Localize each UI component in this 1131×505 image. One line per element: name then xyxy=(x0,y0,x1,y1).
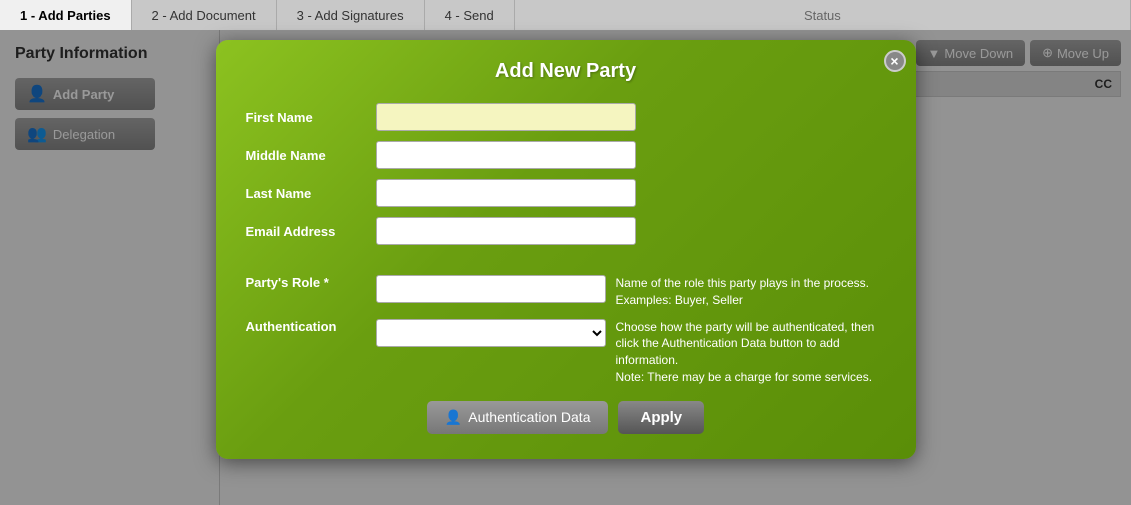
tab-add-signatures[interactable]: 3 - Add Signatures xyxy=(277,0,425,30)
auth-hint: Choose how the party will be authenticat… xyxy=(616,319,886,386)
last-name-row: Last Name xyxy=(246,179,886,207)
first-name-input[interactable] xyxy=(376,103,636,131)
email-row: Email Address xyxy=(246,217,886,245)
tab-status[interactable]: Status xyxy=(515,0,1131,30)
add-new-party-modal: Add New Party × First Name Middle Name L… xyxy=(216,40,916,459)
modal-overlay: Add New Party × First Name Middle Name L… xyxy=(0,30,1131,505)
auth-label: Authentication xyxy=(246,319,376,334)
authentication-data-button[interactable]: 👤 Authentication Data xyxy=(427,401,609,434)
auth-select[interactable]: None Email SMS ID Check xyxy=(376,319,606,347)
tab-bar: 1 - Add Parties 2 - Add Document 3 - Add… xyxy=(0,0,1131,30)
auth-row: Authentication None Email SMS ID Check C… xyxy=(246,319,886,386)
modal-footer: 👤 Authentication Data Apply xyxy=(246,401,886,434)
main-content: Party Information 👤 Add Party 👥 Delegati… xyxy=(0,30,1131,505)
role-row: Party's Role * Name of the role this par… xyxy=(246,275,886,309)
tab-send[interactable]: 4 - Send xyxy=(425,0,515,30)
role-input[interactable] xyxy=(376,275,606,303)
email-label: Email Address xyxy=(246,224,376,239)
tab-add-document[interactable]: 2 - Add Document xyxy=(132,0,277,30)
middle-name-label: Middle Name xyxy=(246,148,376,163)
email-input[interactable] xyxy=(376,217,636,245)
apply-button[interactable]: Apply xyxy=(618,401,704,434)
last-name-input[interactable] xyxy=(376,179,636,207)
tab-add-parties[interactable]: 1 - Add Parties xyxy=(0,0,132,30)
first-name-row: First Name xyxy=(246,103,886,131)
role-label: Party's Role * xyxy=(246,275,376,290)
modal-close-button[interactable]: × xyxy=(884,50,906,72)
role-hint: Name of the role this party plays in the… xyxy=(616,275,886,309)
middle-name-row: Middle Name xyxy=(246,141,886,169)
first-name-label: First Name xyxy=(246,110,376,125)
modal-title: Add New Party xyxy=(246,60,886,83)
auth-person-icon: 👤 xyxy=(445,409,462,426)
middle-name-input[interactable] xyxy=(376,141,636,169)
last-name-label: Last Name xyxy=(246,186,376,201)
